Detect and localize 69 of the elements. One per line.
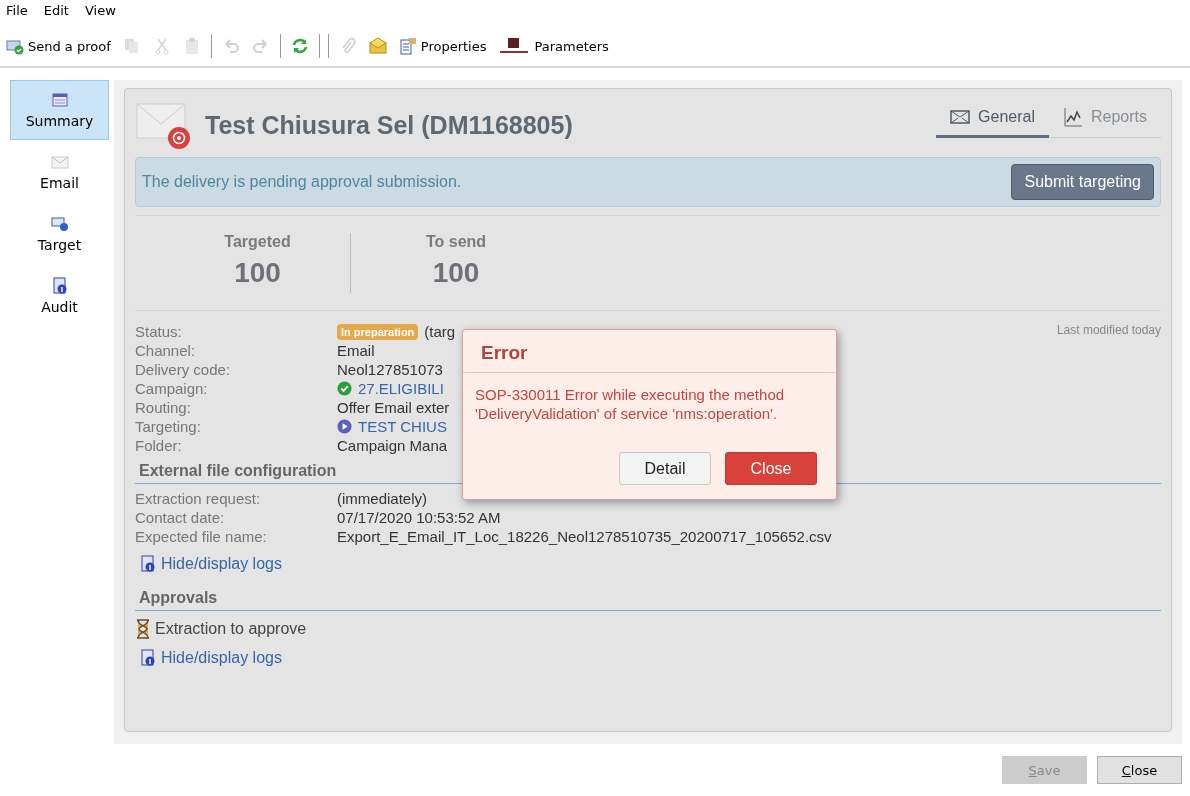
email-icon (135, 100, 193, 150)
field-link[interactable]: TEST CHIUS (358, 418, 447, 435)
toolbar-button[interactable]: Parameters (496, 35, 611, 57)
info-document-icon (139, 555, 157, 573)
play-icon (337, 419, 352, 434)
submit-targeting-button[interactable]: Submit targeting (1011, 164, 1154, 200)
envelope-icon (950, 110, 971, 124)
redo-icon (251, 37, 270, 55)
info-document-icon (139, 649, 157, 667)
open-envelope-icon (368, 37, 387, 55)
toolbar-button[interactable]: Send a proof (4, 35, 113, 57)
field-label: Routing: (135, 399, 192, 416)
field-value: Campaign Mana (337, 437, 448, 454)
menu-item[interactable]: View (84, 2, 116, 18)
refresh-icon (290, 37, 309, 55)
field-label: Folder: (135, 437, 183, 454)
last-modified: Last modified today (1056, 323, 1161, 337)
toolbar-icon-button[interactable] (366, 35, 389, 57)
tab[interactable]: General (936, 103, 1049, 138)
error-message: SOP-330011 Error while executing the method 'DeliveryValidation' of service 'nms:operation'. (475, 385, 786, 423)
counter-value: 100 (234, 257, 281, 289)
sidebar-item[interactable]: Target (10, 204, 109, 264)
field-link[interactable]: 27.ELIGIBILI (358, 380, 444, 397)
delivery-title: Test Chiusura Sel (DM1168805) (205, 110, 574, 140)
copy-icon (122, 37, 141, 55)
sidebar-item[interactable]: Email (10, 142, 109, 202)
status-badge: In preparation (337, 323, 419, 340)
field-value: (immediately) (337, 490, 427, 507)
dialog-title: Error (463, 330, 836, 373)
cut-icon (152, 37, 171, 55)
field-value: Offer Email exter (337, 399, 450, 416)
field-label: Expected file name: (135, 528, 268, 545)
field-value: Email (337, 342, 375, 359)
toolbar-button[interactable]: Properties (396, 35, 489, 57)
field-value: Neol127851073 (337, 361, 443, 378)
line-chart-icon (1062, 107, 1083, 127)
hourglass-icon (135, 619, 151, 639)
info-document-icon (50, 277, 69, 295)
dialog-button[interactable]: Close (725, 452, 817, 485)
field-label: Campaign: (135, 380, 209, 397)
document-icon (398, 37, 417, 55)
logs-link[interactable]: Hide/display logs (139, 555, 1161, 573)
menu-item[interactable]: Edit (43, 2, 69, 18)
field-label: Channel: (135, 342, 197, 359)
footer-button[interactable]: Close (1097, 756, 1182, 784)
field-label: Status: (135, 323, 183, 340)
sidebar-item[interactable]: Summary (10, 80, 109, 140)
status-note: (targ (424, 323, 456, 340)
section-title: Approvals (135, 589, 1161, 611)
counter-label: To send (425, 233, 487, 251)
check-icon (337, 381, 352, 396)
counter-label: Targeted (224, 233, 291, 251)
field-label: Delivery code: (135, 361, 232, 378)
menu-item[interactable]: File (6, 2, 28, 18)
banner-message: The delivery is pending approval submission. (142, 173, 462, 191)
envelope-icon (50, 153, 69, 171)
envelope-check-icon (6, 37, 24, 55)
field-label: Targeting: (135, 418, 202, 435)
approval-item: Extraction to approve (155, 620, 307, 638)
logo-icon (498, 37, 531, 55)
dialog-button[interactable]: Detail (619, 452, 711, 485)
sidebar-item[interactable]: Audit (10, 266, 109, 326)
window-icon (50, 91, 69, 109)
counter-value: 100 (432, 257, 480, 289)
field-value: 07/17/2020 10:53:52 AM (337, 509, 501, 526)
field-label: Extraction request: (135, 490, 262, 507)
field-label: Contact date: (135, 509, 226, 526)
field-value: Export_E_Email_IT_Loc_18226_Neol1278510735_20200717_105652.csv (337, 528, 832, 545)
logs-link[interactable]: Hide/display logs (139, 649, 1161, 667)
